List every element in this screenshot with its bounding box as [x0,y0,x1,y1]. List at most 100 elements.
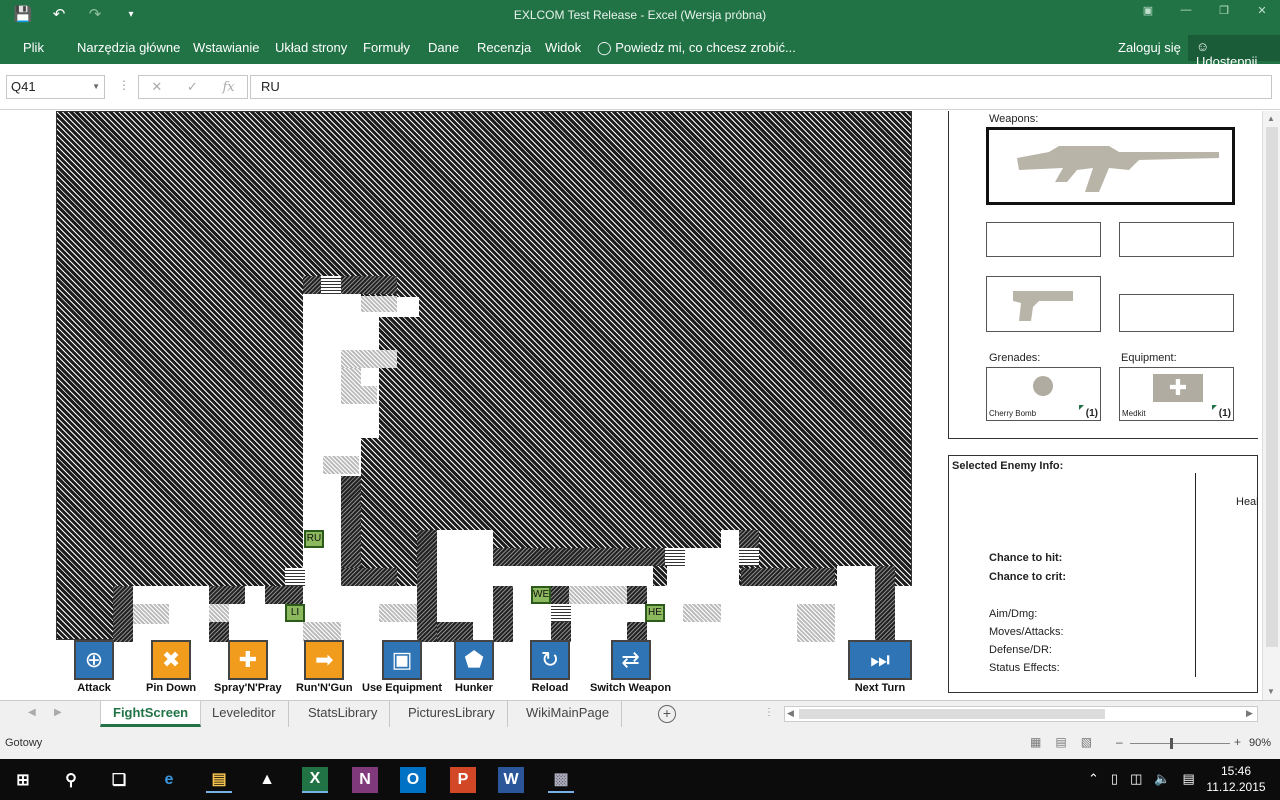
volume-icon[interactable]: 🔈 [1154,771,1170,787]
onenote-icon[interactable]: N [352,767,378,793]
zoom-knob[interactable] [1170,738,1173,749]
store-icon[interactable]: ▲ [254,767,280,793]
remote-desktop-icon[interactable]: ▩ [548,767,574,793]
cancel-icon[interactable]: ✕ [151,79,162,95]
low-cover-tile [321,276,341,294]
switch-weapon-button[interactable]: ⇄ Switch Weapon [590,640,671,694]
reload-button[interactable]: ↻ Reload [530,640,570,694]
zoom-out-icon[interactable]: – [1116,735,1123,749]
hscroll-thumb[interactable] [799,709,1105,719]
tab-statslibrary[interactable]: StatsLibrary [296,701,391,727]
tab-home[interactable]: Narzędzia główne [77,40,180,55]
secondary-weapon-slot[interactable] [986,276,1101,332]
tab-scroll-left-icon[interactable]: ◀ [28,707,36,718]
scroll-down-icon[interactable]: ▼ [1267,687,1275,696]
window-title: EXLCOM Test Release - Excel (Wersja prób… [513,8,767,22]
equipment-slot[interactable]: ✚ Medkit (1) [1119,367,1234,421]
primary-weapon-slot[interactable] [986,127,1235,205]
battery-icon[interactable]: ▯ [1111,771,1118,787]
enter-check-icon[interactable]: ✓ [187,79,198,95]
tab-insert[interactable]: Wstawianie [193,40,259,55]
worksheet[interactable]: RU LI WE HE ⊕ Attack ✖ Pin Down ✚ Spray'… [0,111,1262,700]
maximize-icon[interactable]: ❐ [1214,4,1234,17]
zoom-in-icon[interactable]: + [1234,735,1241,749]
tab-formulas[interactable]: Formuły [363,40,410,55]
tab-view[interactable]: Widok [545,40,581,55]
share-button[interactable]: ☺ Udostępnij [1188,35,1280,69]
half-cover-tile [133,604,169,624]
equipment-count: (1) [1218,408,1231,419]
add-sheet-icon[interactable]: + [658,705,676,723]
hunker-button[interactable]: ⬟ Hunker [454,640,494,694]
formula-buttons: ✕ ✓ fx [138,75,248,99]
scroll-up-icon[interactable]: ▲ [1267,114,1275,123]
ribbon-display-icon[interactable]: ▣ [1138,4,1158,17]
zoom-level[interactable]: 90% [1249,737,1271,749]
scroll-thumb[interactable] [1266,127,1278,647]
tab-plik[interactable]: Plik [23,40,44,55]
network-icon[interactable]: ◫ [1130,771,1142,787]
use-equipment-button[interactable]: ▣ Use Equipment [362,640,442,694]
insert-function-icon[interactable]: fx [222,80,234,95]
sign-in-link[interactable]: Zaloguj się [1118,40,1181,55]
unit-marker[interactable]: HE [645,604,665,622]
page-break-view-icon[interactable]: ▧ [1081,735,1092,749]
unit-marker[interactable]: RU [304,530,324,548]
tab-wikimainpage[interactable]: WikiMainPage [514,701,623,727]
task-view-icon[interactable]: ❏ [106,767,132,793]
page-layout-view-icon[interactable]: ▤ [1055,735,1066,749]
clock[interactable]: 15:46 11.12.2015 [1204,763,1268,795]
next-turn-button[interactable]: ⏭ Next Turn [848,640,912,694]
crosshair-icon: ⊕ [74,640,114,680]
formula-input[interactable]: RU [250,75,1272,99]
weapon-slot-empty[interactable] [1119,294,1234,332]
tell-me-search[interactable]: ◯ Powiedz mi, co chcesz zrobić... [597,40,796,56]
weapon-slot-empty[interactable] [986,222,1101,257]
minimize-icon[interactable]: — [1176,4,1196,17]
search-icon[interactable]: ⚲ [58,767,84,793]
pin-down-button[interactable]: ✖ Pin Down [146,640,196,694]
tab-scroll-right-icon[interactable]: ▶ [54,707,62,718]
vertical-scrollbar[interactable]: ▲ ▼ [1262,111,1280,700]
tab-data[interactable]: Dane [428,40,459,55]
outlook-icon[interactable]: O [400,767,426,793]
unit-marker[interactable]: WE [531,586,551,604]
edge-browser-icon[interactable]: e [156,767,182,793]
tray-expand-icon[interactable]: ⌃ [1088,771,1099,787]
word-icon[interactable]: W [498,767,524,793]
name-box[interactable]: Q41 ▼ [6,75,105,99]
tab-fightscreen[interactable]: FightScreen [100,701,202,727]
powerpoint-icon[interactable]: P [450,767,476,793]
unit-marker[interactable]: LI [285,604,305,622]
run-n-gun-button[interactable]: ➡ Run'N'Gun [296,640,353,694]
wall-tile [113,586,133,642]
low-cover-tile [551,604,571,622]
battle-map[interactable]: RU LI WE HE [56,111,913,644]
grenade-slot[interactable]: Cherry Bomb (1) [986,367,1101,421]
share-person-icon: ☺ [1196,39,1210,54]
weapon-slot-empty[interactable] [1119,222,1234,257]
enemy-info-panel: Selected Enemy Info: Heal Chance to hit:… [948,455,1259,693]
title-bar: 💾 ↶ ↷ ▾ EXLCOM Test Release - Excel (Wer… [0,0,1280,32]
action-label: Run'N'Gun [296,682,353,694]
excel-icon[interactable]: X [302,767,328,793]
action-label: Pin Down [146,682,197,694]
tab-pictureslibrary[interactable]: PicturesLibrary [396,701,508,727]
close-icon[interactable]: ✕ [1252,4,1272,17]
scroll-left-icon[interactable]: ◀ [787,708,794,719]
windows-start-icon[interactable]: ⊞ [10,767,36,793]
chance-to-hit-label: Chance to hit: [989,552,1063,564]
chevron-down-icon[interactable]: ▼ [92,82,100,91]
split-grip-icon[interactable]: ⋮ [764,707,774,718]
tab-page-layout[interactable]: Układ strony [275,40,347,55]
formula-bar-grip-icon[interactable]: ⋮ [118,78,130,92]
file-explorer-icon[interactable]: ▤ [206,767,232,793]
tab-leveleditor[interactable]: Leveleditor [200,701,289,727]
spray-n-pray-button[interactable]: ✚ Spray'N'Pray [214,640,282,694]
notifications-icon[interactable]: ▤ [1183,771,1195,787]
tab-review[interactable]: Recenzja [477,40,531,55]
normal-view-icon[interactable]: ▦ [1030,735,1041,749]
scroll-right-icon[interactable]: ▶ [1246,708,1253,719]
attack-button[interactable]: ⊕ Attack [74,640,114,694]
horizontal-scrollbar[interactable]: ◀ ▶ [784,706,1258,722]
